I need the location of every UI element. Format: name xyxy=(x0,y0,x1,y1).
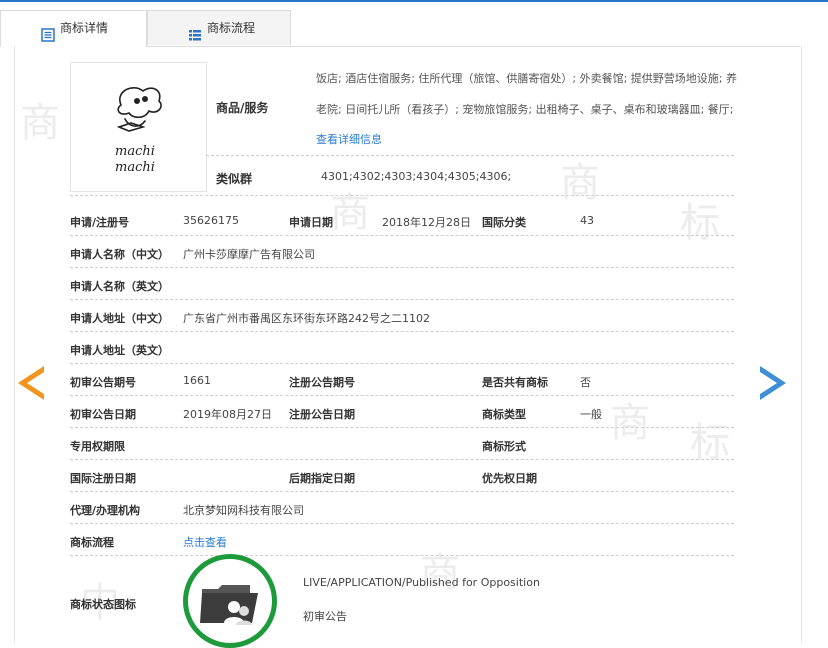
svg-text:machi: machi xyxy=(115,160,155,175)
field-label: 注册公告期号 xyxy=(289,376,355,389)
row-divider xyxy=(70,267,734,268)
tab-label: 商标流程 xyxy=(207,21,256,35)
document-icon xyxy=(41,21,55,42)
field-label: 注册公告日期 xyxy=(289,408,355,421)
field-label: 商标类型 xyxy=(482,408,526,421)
top-accent-line xyxy=(0,0,828,2)
field-label: 国际分类 xyxy=(482,216,526,229)
field-label: 优先权日期 xyxy=(482,472,537,485)
goods-services-line: 饭店; 酒店住宿服务; 住所代理（旅馆、供膳寄宿处）; 外卖餐馆; 提供野营场地… xyxy=(316,72,738,85)
field-label: 申请人地址（英文） xyxy=(70,344,169,357)
row-divider xyxy=(70,555,734,556)
field-value: 广东省广州市番禺区东环街东环路242号之二1102 xyxy=(183,312,430,325)
row-divider xyxy=(70,427,734,428)
field-label: 初审公告期号 xyxy=(70,376,136,389)
field-label: 代理/办理机构 xyxy=(70,504,141,517)
trademark-logo-image: machi machi xyxy=(115,87,162,175)
view-details-link[interactable]: 查看详细信息 xyxy=(316,131,382,147)
similar-group-label: 类似群 xyxy=(216,172,253,186)
trademark-logo[interactable]: machi machi xyxy=(70,62,207,192)
row-divider xyxy=(70,331,734,332)
row-divider xyxy=(70,459,734,460)
tab-trademark-details[interactable]: 商标详情 xyxy=(0,10,147,47)
field-label: 申请人名称（中文） xyxy=(70,248,169,261)
field-label: 商标形式 xyxy=(482,440,526,453)
status-icon-label: 商标状态图标 xyxy=(70,598,136,611)
field-value: 2018年12月28日 xyxy=(382,216,471,229)
tab-bar: 商标详情 商标流程 xyxy=(0,10,800,47)
row-divider xyxy=(70,395,734,396)
status-english: LIVE/APPLICATION/Published for Oppositio… xyxy=(303,576,540,589)
next-arrow-icon[interactable] xyxy=(760,366,786,400)
field-label: 申请人地址（中文） xyxy=(70,312,169,325)
field-label: 国际注册日期 xyxy=(70,472,136,485)
goods-services-label: 商品/服务 xyxy=(216,101,269,115)
field-label: 是否共有商标 xyxy=(482,376,548,389)
row-divider xyxy=(70,523,734,524)
field-label: 申请/注册号 xyxy=(70,216,130,229)
field-value: 北京梦知网科技有限公司 xyxy=(183,504,304,517)
row-divider xyxy=(70,299,734,300)
field-label: 专用权期限 xyxy=(70,440,125,453)
row-divider xyxy=(70,235,734,236)
list-icon xyxy=(188,21,202,40)
field-value: 43 xyxy=(580,214,594,227)
field-label: 商标流程 xyxy=(70,536,114,549)
field-label: 初审公告日期 xyxy=(70,408,136,421)
field-label: 申请日期 xyxy=(289,216,333,229)
field-value: 否 xyxy=(580,376,591,389)
goods-services-line: 老院; 日间托儿所（看孩子）; 宠物旅馆服务; 出租椅子、桌子、桌布和玻璃器皿;… xyxy=(316,103,734,116)
folder-people-status-icon xyxy=(183,554,277,648)
field-value: 广州卡莎摩摩广告有限公司 xyxy=(183,248,315,261)
field-value: 一般 xyxy=(580,408,602,421)
tab-label: 商标详情 xyxy=(60,21,109,35)
row-divider xyxy=(70,363,734,364)
status-chinese: 初审公告 xyxy=(303,610,347,623)
previous-arrow-icon[interactable] xyxy=(18,366,44,400)
field-value: 1661 xyxy=(183,374,211,387)
field-label: 后期指定日期 xyxy=(289,472,355,485)
row-divider xyxy=(206,155,734,156)
row-divider xyxy=(70,491,734,492)
svg-text:machi: machi xyxy=(115,144,155,159)
process-view-link[interactable]: 点击查看 xyxy=(183,534,227,550)
similar-group-value: 4301;4302;4303;4304;4305;4306; xyxy=(321,170,512,183)
field-label: 申请人名称（英文） xyxy=(70,280,169,293)
tab-trademark-process[interactable]: 商标流程 xyxy=(147,10,291,45)
field-value: 35626175 xyxy=(183,214,239,227)
row-divider xyxy=(70,195,734,196)
field-value: 2019年08月27日 xyxy=(183,408,272,421)
